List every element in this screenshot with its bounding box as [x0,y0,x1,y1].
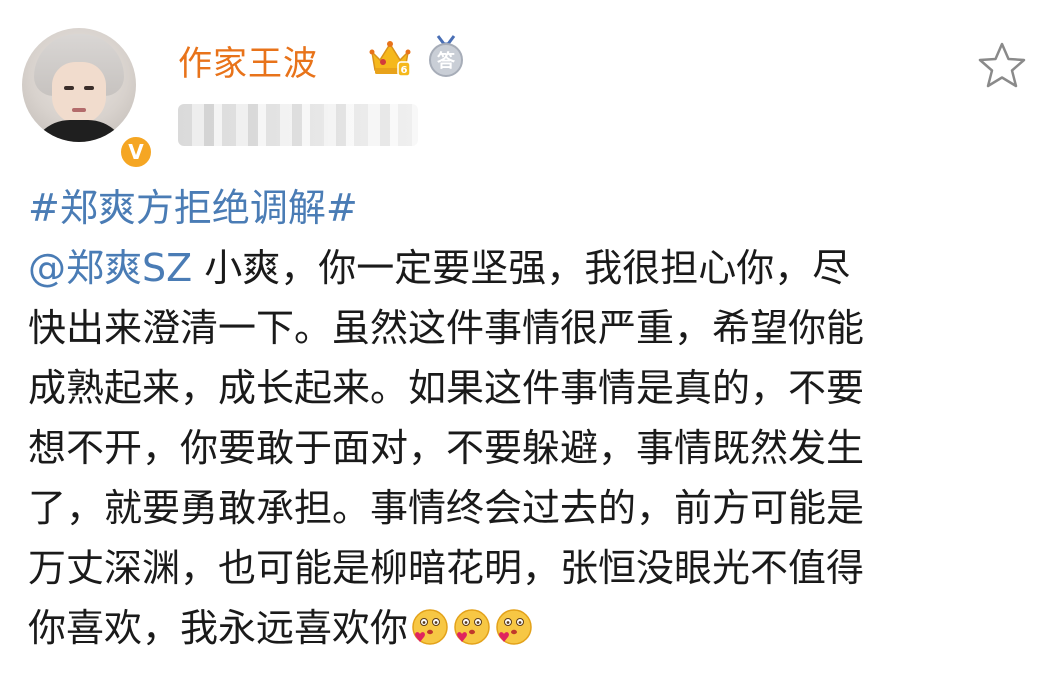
post-line: 想不开，你要敢于面对，不要躲避，事情既然发生 [28,426,865,470]
kiss-heart-emoji-icon [496,609,532,645]
crown-level-text: 6 [401,65,408,76]
author-avatar[interactable]: V [22,28,154,170]
post-line: 了，就要勇敢承担。事情终会过去的，前方可能是 [28,486,865,530]
avatar-image [22,28,136,142]
post-line-last: 你喜欢，我永远喜欢你 [28,598,1028,658]
post-line: @郑爽SZ 小爽，你一定要坚强，我很担心你，尽 [28,238,1028,298]
answer-icon: 答 [429,35,463,77]
crown-icon: 6 [369,41,411,77]
post-line: 成熟起来，成长起来。如果这件事情是真的，不要 [28,366,865,410]
kiss-heart-emoji-icon [454,609,490,645]
author-name[interactable]: 作家王波 [178,36,318,85]
post-line: 快出来澄清一下。虽然这件事情很严重，希望你能 [28,306,865,350]
post-line-text: 小爽，你一定要坚强，我很担心你，尽 [192,246,851,290]
answer-badge-text: 答 [437,50,456,72]
star-icon[interactable] [976,40,1028,92]
blurred-post-meta [178,104,418,146]
kiss-heart-emoji-icon [412,609,448,645]
post-line: 万丈深渊，也可能是柳暗花明，张恒没眼光不值得 [28,546,865,590]
post-header: V 作家王波 6 答 [0,0,1043,170]
verified-badge-icon: V [118,134,154,170]
post-content: #郑爽方拒绝调解# @郑爽SZ 小爽，你一定要坚强，我很担心你，尽 快出来澄清一… [28,178,1028,658]
mention-link[interactable]: @郑爽SZ [28,246,192,290]
post-line-text: 你喜欢，我永远喜欢你 [28,606,409,650]
hashtag-link[interactable]: #郑爽方拒绝调解# [28,178,1028,238]
